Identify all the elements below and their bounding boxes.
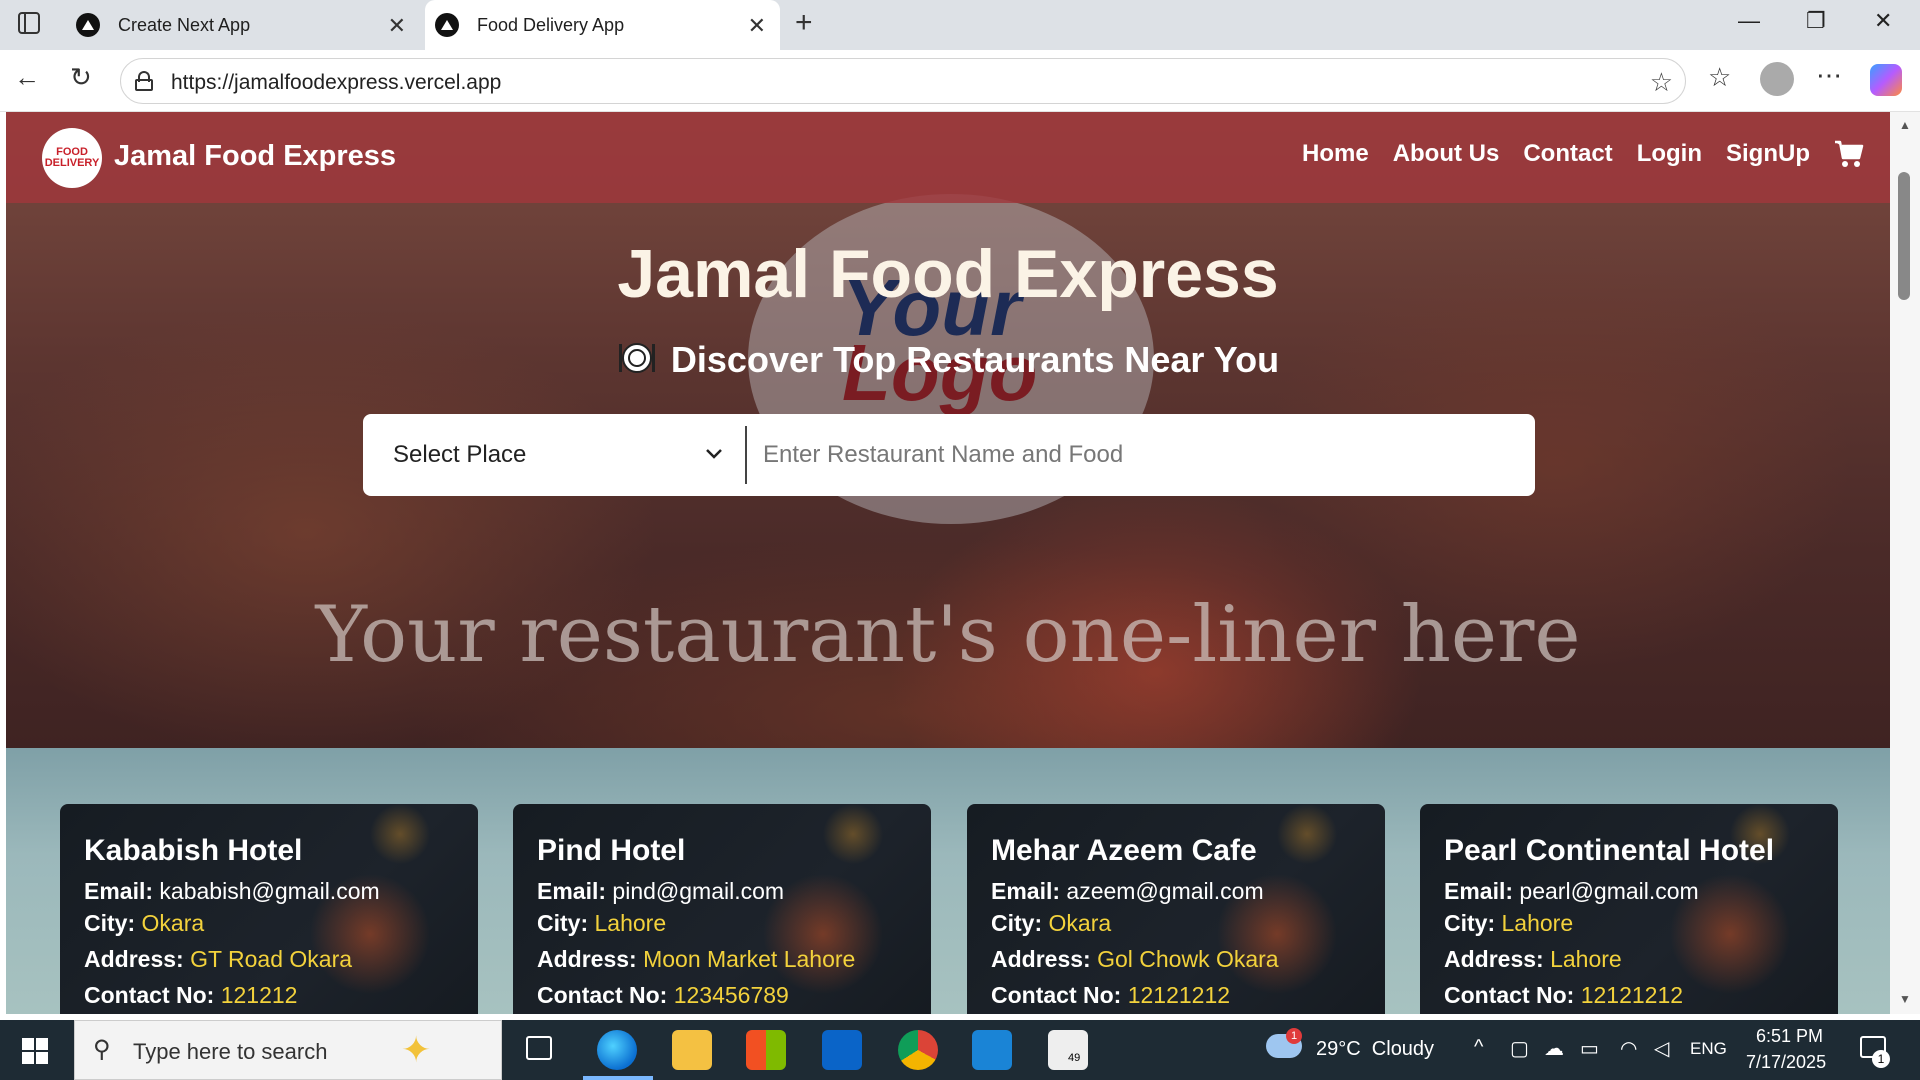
restaurant-card[interactable]: Pind Hotel Email: pind@gmail.com City: Lah… (513, 804, 931, 1014)
edge-active-indicator (583, 1076, 653, 1080)
restaurant-contact: 12121212 (1580, 982, 1684, 1008)
clock-time[interactable]: 6:51 PM (1756, 1026, 1823, 1047)
taskbar-search-placeholder: Type here to search (133, 1039, 328, 1064)
restaurant-address: GT Road Okara (190, 946, 353, 972)
restaurant-email: pearl@gmail.com (1519, 878, 1699, 904)
scrollbar-thumb[interactable] (1898, 172, 1910, 300)
city-label: City: (1444, 910, 1496, 936)
wifi-icon[interactable]: ◠ (1620, 1036, 1637, 1061)
chrome-icon[interactable] (898, 1030, 938, 1070)
restaurant-contact: 121212 (220, 982, 298, 1008)
restaurant-cards: Kababish Hotel Email: kababish@gmail.com C… (0, 0, 1890, 1014)
vscode-icon[interactable] (972, 1030, 1012, 1070)
restaurant-address-row: Address: Moon Market Lahore (537, 946, 855, 973)
restaurant-contact: 123456789 (673, 982, 789, 1008)
restaurant-address-row: Address: GT Road Okara (84, 946, 352, 973)
contact-label: Contact No: (1444, 982, 1575, 1008)
notification-count: 1 (1872, 1050, 1890, 1068)
city-label: City: (991, 910, 1043, 936)
battery-icon[interactable]: ▭ (1580, 1036, 1599, 1061)
address-label: Address: (1444, 946, 1544, 972)
restaurant-city-row: City: Lahore (537, 910, 666, 937)
restaurant-email: azeem@gmail.com (1066, 878, 1264, 904)
restaurant-city: Lahore (594, 910, 667, 936)
city-label: City: (84, 910, 136, 936)
onedrive-icon[interactable]: ☁ (1544, 1036, 1564, 1061)
address-label: Address: (537, 946, 637, 972)
restaurant-city: Okara (1048, 910, 1112, 936)
weather-text[interactable]: 29°C Cloudy (1316, 1038, 1434, 1061)
contact-label: Contact No: (537, 982, 668, 1008)
restaurant-email-row: Email: pearl@gmail.com (1444, 878, 1699, 905)
restaurant-address-row: Address: Lahore (1444, 946, 1622, 973)
email-label: Email: (1444, 878, 1514, 904)
outlook-icon[interactable] (822, 1030, 862, 1070)
restaurant-email: kababish@gmail.com (159, 878, 380, 904)
task-app-icon[interactable]: 49 (1048, 1030, 1088, 1070)
scroll-down-icon[interactable]: ▼ (1899, 992, 1911, 1006)
restaurant-address: Gol Chowk Okara (1097, 946, 1279, 972)
taskbar-search-box[interactable]: ⚲ Type here to search ✦ (74, 1020, 502, 1080)
restaurant-name: Pearl Continental Hotel (1444, 834, 1775, 867)
contact-label: Contact No: (991, 982, 1122, 1008)
restaurant-contact-row: Contact No: 12121212 (1444, 982, 1683, 1009)
restaurant-email-row: Email: pind@gmail.com (537, 878, 784, 905)
windows-start-icon[interactable] (22, 1038, 48, 1064)
scroll-up-icon[interactable]: ▲ (1899, 118, 1911, 132)
task-view-icon[interactable] (526, 1036, 552, 1060)
email-label: Email: (537, 878, 607, 904)
email-label: Email: (991, 878, 1061, 904)
restaurant-name: Kababish Hotel (84, 834, 303, 867)
restaurant-contact-row: Contact No: 123456789 (537, 982, 789, 1009)
restaurant-city-row: City: Okara (84, 910, 204, 937)
restaurant-card[interactable]: Kababish Hotel Email: kababish@gmail.com C… (60, 804, 478, 1014)
restaurant-card[interactable]: Mehar Azeem Cafe Email: azeem@gmail.com Ci… (967, 804, 1385, 1014)
contact-label: Contact No: (84, 982, 215, 1008)
search-icon: ⚲ (93, 1036, 111, 1063)
restaurant-name: Pind Hotel (537, 834, 686, 867)
restaurant-city-row: City: Okara (991, 910, 1111, 937)
clock-date[interactable]: 7/17/2025 (1746, 1052, 1826, 1073)
restaurant-address-row: Address: Gol Chowk Okara (991, 946, 1279, 973)
search-highlight-icon: ✦ (401, 1029, 432, 1070)
address-label: Address: (84, 946, 184, 972)
meet-now-icon[interactable]: ▢ (1510, 1036, 1529, 1061)
language-indicator[interactable]: ENG (1690, 1039, 1727, 1059)
restaurant-email-row: Email: kababish@gmail.com (84, 878, 380, 905)
file-explorer-icon[interactable] (672, 1030, 712, 1070)
restaurant-email-row: Email: azeem@gmail.com (991, 878, 1264, 905)
restaurant-contact-row: Contact No: 12121212 (991, 982, 1230, 1009)
microsoft-store-icon[interactable] (746, 1030, 786, 1070)
restaurant-name: Mehar Azeem Cafe (991, 834, 1257, 867)
page-scrollbar[interactable]: ▲ ▼ (1890, 112, 1920, 1014)
restaurant-city: Lahore (1501, 910, 1574, 936)
address-label: Address: (991, 946, 1091, 972)
restaurant-email: pind@gmail.com (612, 878, 785, 904)
city-label: City: (537, 910, 589, 936)
email-label: Email: (84, 878, 154, 904)
restaurant-city: Okara (141, 910, 205, 936)
restaurant-contact-row: Contact No: 121212 (84, 982, 297, 1009)
restaurant-address: Moon Market Lahore (643, 946, 856, 972)
restaurant-card[interactable]: Pearl Continental Hotel Email: pearl@gmai… (1420, 804, 1838, 1014)
task-app-badge: 49 (1068, 1052, 1081, 1064)
volume-icon[interactable]: ◁ (1654, 1036, 1669, 1061)
weather-badge: 1 (1286, 1028, 1302, 1044)
windows-taskbar: ⚲ Type here to search ✦ 49 1 29°C Cloudy… (0, 1020, 1920, 1080)
show-hidden-icons[interactable]: ^ (1474, 1036, 1483, 1059)
restaurant-address: Lahore (1550, 946, 1622, 972)
edge-app-icon[interactable] (597, 1030, 637, 1070)
restaurant-city-row: City: Lahore (1444, 910, 1573, 937)
restaurant-contact: 12121212 (1127, 982, 1231, 1008)
